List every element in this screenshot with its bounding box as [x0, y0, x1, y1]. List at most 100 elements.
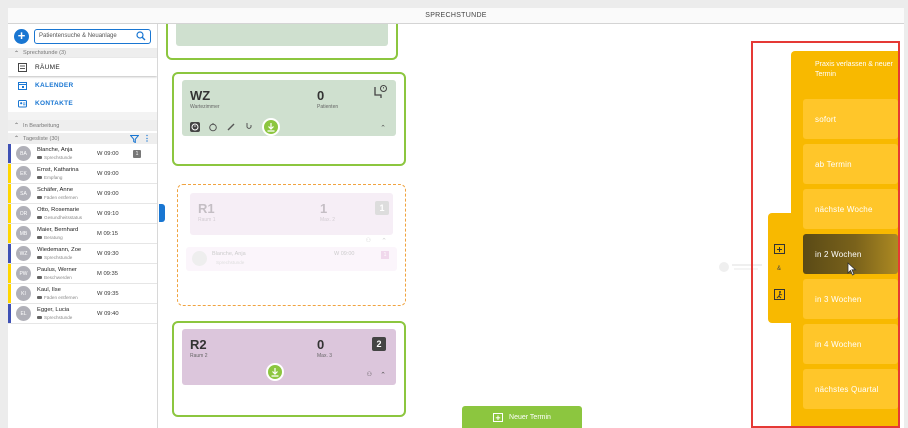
- search-placeholder: Patientensuche & Neuanlage: [39, 33, 117, 39]
- stethoscope-icon[interactable]: [244, 122, 254, 132]
- patient-time: W 09:00: [97, 170, 119, 177]
- room-card-r1-drop-target[interactable]: R1 Raum 1 1 Max. 2 1 ⚇ ⌃ Blanche, Anja S…: [177, 184, 406, 306]
- highlight-frame: [751, 41, 900, 428]
- nav-item-calendar[interactable]: KALENDER: [8, 76, 157, 94]
- daily-list-label: Tagesliste (30): [23, 135, 60, 142]
- status-bar: [8, 224, 11, 243]
- patient-info: Ernst, Katharina Empfang: [37, 167, 93, 180]
- chevron-up-icon[interactable]: ⌃: [380, 124, 386, 132]
- room-card-r2[interactable]: R2 Raum 2 0 Max. 3 2 ⚇ ⌃: [172, 321, 406, 417]
- tag-icon: [37, 236, 42, 239]
- clock-icon[interactable]: [190, 122, 200, 132]
- chevron-up-icon: ⌃: [14, 123, 20, 129]
- contacts-icon: [18, 99, 27, 107]
- patient-reason-label: Empfang: [44, 175, 63, 180]
- status-bar: [8, 304, 11, 323]
- avatar: OR: [16, 206, 31, 221]
- avatar: SA: [16, 186, 31, 201]
- patient-row[interactable]: BA Blanche, Anja Sprechstunde W 09:00 1: [8, 144, 157, 164]
- chevron-up-icon[interactable]: ⌃: [380, 371, 386, 379]
- nav-item-contacts[interactable]: KONTAKTE: [8, 94, 157, 112]
- patient-reason-label: Sprechstunde: [44, 255, 73, 260]
- syringe-icon[interactable]: [226, 122, 236, 132]
- patient-name: Paulus, Werner: [37, 267, 77, 273]
- ghost-patient-row: Blanche, Anja Sprechstunde W 09:00 1: [186, 247, 397, 271]
- timer-icon[interactable]: [208, 122, 218, 132]
- patient-row[interactable]: OR Otto, Rosemarie Gesundheitsstatus W 09:1…: [8, 204, 157, 224]
- room-count-label: Patienten: [317, 104, 339, 110]
- calendar-add-icon: [493, 413, 504, 422]
- daily-list-header[interactable]: ⌃ Tagesliste (30) ⋮: [8, 133, 157, 144]
- room-number-badge: 1: [375, 201, 389, 215]
- status-bar: [8, 184, 11, 203]
- room-panel: WZ Wartezimmer 0 Patienten ⌃: [182, 80, 396, 136]
- in-progress-label: In Bearbeitung: [23, 122, 60, 129]
- download-icon[interactable]: [266, 363, 284, 381]
- patient-row[interactable]: MB Maier, Bernhard Beratung M 09:15: [8, 224, 157, 244]
- patient-row[interactable]: EL Egger, Lucia Sprechstunde W 09:40: [8, 304, 157, 324]
- new-appointment-button[interactable]: Neuer Termin: [462, 406, 582, 428]
- tag-icon: [37, 156, 42, 159]
- patient-time: W 09:00: [97, 190, 119, 197]
- tag-icon: [37, 216, 42, 219]
- nav-item-label: RÄUME: [35, 63, 60, 71]
- status-bar: [8, 244, 11, 263]
- patient-reason: Fäden entfernen: [37, 195, 93, 200]
- avatar: EK: [16, 166, 31, 181]
- new-appointment-label: Neuer Termin: [509, 413, 551, 421]
- spacer: [8, 112, 157, 120]
- section-header-in-progress[interactable]: ⌃ In Bearbeitung: [8, 120, 157, 131]
- patient-reason-label: Fäden entfernen: [44, 295, 78, 300]
- chevron-up-icon[interactable]: ⌃: [381, 237, 387, 245]
- avatar: [192, 251, 207, 266]
- tag-icon: [37, 176, 42, 179]
- room-count: 0: [317, 337, 325, 352]
- patient-search-input[interactable]: Patientensuche & Neuanlage: [34, 28, 151, 44]
- ghost-patient-sub: Sprechstunde: [216, 260, 245, 265]
- avatar: KI: [16, 286, 31, 301]
- patient-name: Schäfer, Anne: [37, 187, 74, 193]
- persons-icon: ⚇: [366, 372, 372, 378]
- sidebar: + Patientensuche & Neuanlage ⌃ Sprechstu…: [8, 24, 158, 428]
- room-subtitle: Raum 1: [198, 217, 216, 223]
- room-card-partial: [166, 24, 398, 60]
- patient-reason-label: Sprechstunde: [44, 315, 73, 320]
- patient-time: M 09:15: [97, 230, 118, 237]
- add-patient-button[interactable]: +: [14, 28, 29, 44]
- patient-row[interactable]: WZ Wiedemann, Zoe Sprechstunde W 09:30: [8, 244, 157, 264]
- calendar-icon: [18, 81, 27, 90]
- patient-row[interactable]: EK Ernst, Katharina Empfang W 09:00: [8, 164, 157, 184]
- nav-item-rooms[interactable]: RÄUME: [8, 58, 157, 76]
- patient-name: Maier, Bernhard: [37, 227, 79, 233]
- patient-time: W 09:10: [97, 210, 119, 217]
- section-header-sprechstunde[interactable]: ⌃ Sprechstunde (3): [8, 48, 157, 58]
- patient-name: Otto, Rosemarie: [37, 207, 80, 213]
- room-title: R2: [190, 337, 207, 352]
- more-options-icon[interactable]: ⋮: [143, 134, 151, 143]
- filter-icon[interactable]: [130, 134, 139, 143]
- search-icon[interactable]: [136, 31, 146, 41]
- room-card-waiting-room[interactable]: WZ Wartezimmer 0 Patienten ⌃: [172, 72, 406, 166]
- status-bar: [8, 204, 11, 223]
- status-bar: [8, 144, 11, 163]
- patient-reason: Beratung: [37, 235, 93, 240]
- mouse-cursor-icon: [847, 262, 857, 276]
- download-icon[interactable]: [262, 118, 280, 136]
- avatar: BA: [16, 146, 31, 161]
- tag-icon: [37, 256, 42, 259]
- chevron-up-icon: ⌃: [14, 50, 20, 57]
- patient-reason: Empfang: [37, 175, 93, 180]
- patient-row[interactable]: PW Paulus, Werner Beschwerden M 09:35: [8, 264, 157, 284]
- ghost-patient-name: Blanche, Anja: [212, 251, 246, 257]
- patient-info: Otto, Rosemarie Gesundheitsstatus: [37, 207, 93, 220]
- patient-reason-label: Fäden entfernen: [44, 195, 78, 200]
- patient-row[interactable]: KI Kaul, Ilse Fäden entfernen W 09:35: [8, 284, 157, 304]
- patient-name: Blanche, Anja: [37, 147, 73, 153]
- patient-reason: Sprechstunde: [37, 315, 93, 320]
- collapse-sidebar-handle[interactable]: [159, 204, 165, 222]
- room-title: R1: [198, 201, 215, 216]
- avatar: EL: [16, 306, 31, 321]
- patient-row[interactable]: SA Schäfer, Anne Fäden entfernen W 09:00: [8, 184, 157, 204]
- patient-reason-label: Beratung: [44, 235, 63, 240]
- chevron-up-icon: ⌃: [14, 136, 20, 142]
